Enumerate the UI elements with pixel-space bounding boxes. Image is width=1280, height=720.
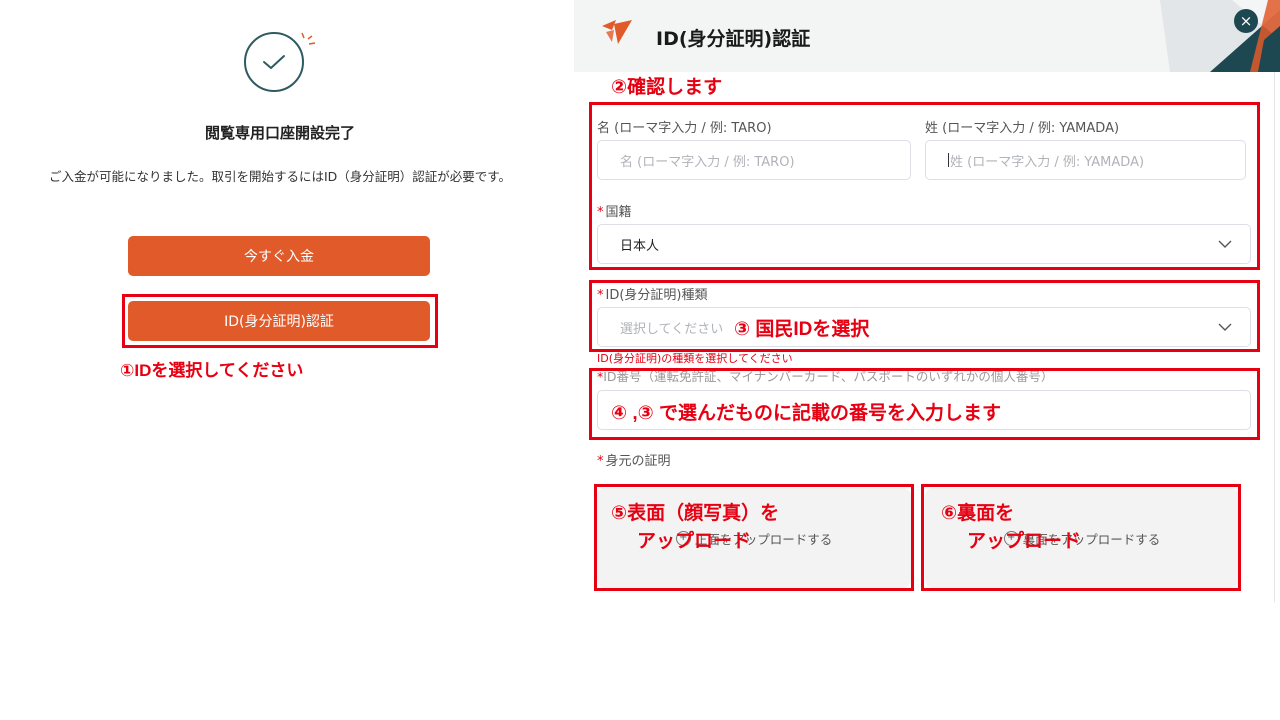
success-check-icon bbox=[244, 32, 304, 92]
annotation-box-id-type bbox=[589, 280, 1260, 352]
annotation-note-5: ⑤表面（顔写真）を アップロード bbox=[611, 500, 779, 556]
sparkle-icon bbox=[301, 32, 316, 45]
proof-label: * 身元の証明 bbox=[597, 450, 671, 469]
annotation-box-id-button bbox=[122, 294, 438, 348]
annotation-box-id-number bbox=[589, 368, 1260, 440]
annotation-note-6: ⑥裏面を アップロード bbox=[941, 500, 1081, 556]
page-description: ご入金が可能になりました。取引を開始するにはID（身分証明）認証が必要です。 bbox=[48, 169, 512, 184]
modal-title: ID(身分証明)認証 bbox=[656, 28, 811, 50]
header-decoration-icon bbox=[1160, 0, 1280, 72]
required-mark: * bbox=[597, 454, 604, 469]
id-type-error: ID(身分証明)の種類を選択してください bbox=[597, 352, 793, 365]
brand-logo-icon bbox=[602, 20, 632, 44]
annotation-box-confirm bbox=[589, 102, 1260, 270]
close-icon[interactable]: × bbox=[1234, 9, 1258, 33]
page-title: 閲覧専用口座開設完了 bbox=[204, 124, 355, 142]
annotation-note-2: ②確認します bbox=[611, 77, 723, 98]
annotation-note-6-line2: アップロード bbox=[967, 531, 1082, 552]
annotation-note-6-line1: ⑥裏面を bbox=[941, 503, 1015, 524]
annotation-note-5-line2: アップロード bbox=[637, 531, 752, 552]
proof-label-text: 身元の証明 bbox=[605, 454, 671, 469]
deposit-now-button[interactable]: 今すぐ入金 bbox=[128, 236, 430, 276]
scrollbar-track bbox=[1274, 72, 1275, 602]
annotation-note-5-line1: ⑤表面（顔写真）を bbox=[611, 503, 780, 524]
annotation-note-1: ①IDを選択してください bbox=[120, 361, 304, 380]
